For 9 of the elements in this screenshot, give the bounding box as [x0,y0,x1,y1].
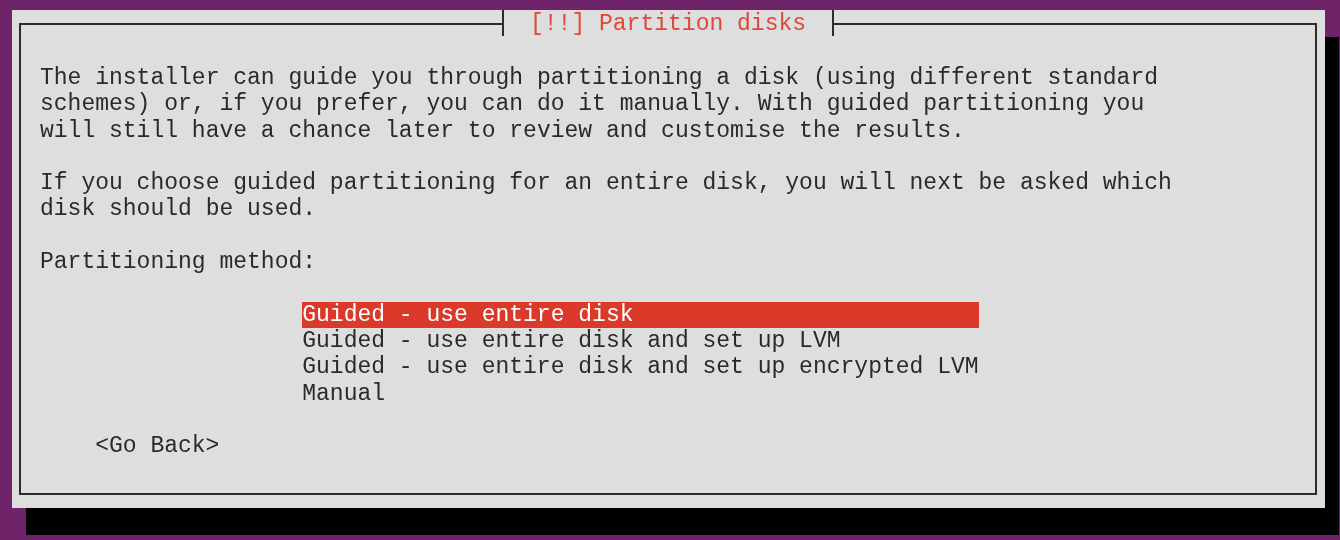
menu-option[interactable]: Guided - use entire disk and set up encrypted LVM [302,354,979,381]
description-text: The installer can guide you through partitioning a disk (using different standard schemes) or, if you prefer, you can do it manually. With guided partitioning you will still have a chance later to review and customise the results. [40,65,1159,144]
dialog-title: [!!] Partition disks [502,10,835,36]
description-text: If you choose guided partitioning for an entire disk, you will next be asked which disk should be used. [40,170,1172,223]
prompt-label: Partitioning method: [40,249,318,276]
menu-option[interactable]: Manual [302,380,979,407]
menu-option[interactable]: Guided - use entire disk and set up LVM [302,327,979,355]
go-back-button[interactable]: <Go Back> [95,433,220,460]
menu-option[interactable]: Guided - use entire disk [302,301,979,328]
